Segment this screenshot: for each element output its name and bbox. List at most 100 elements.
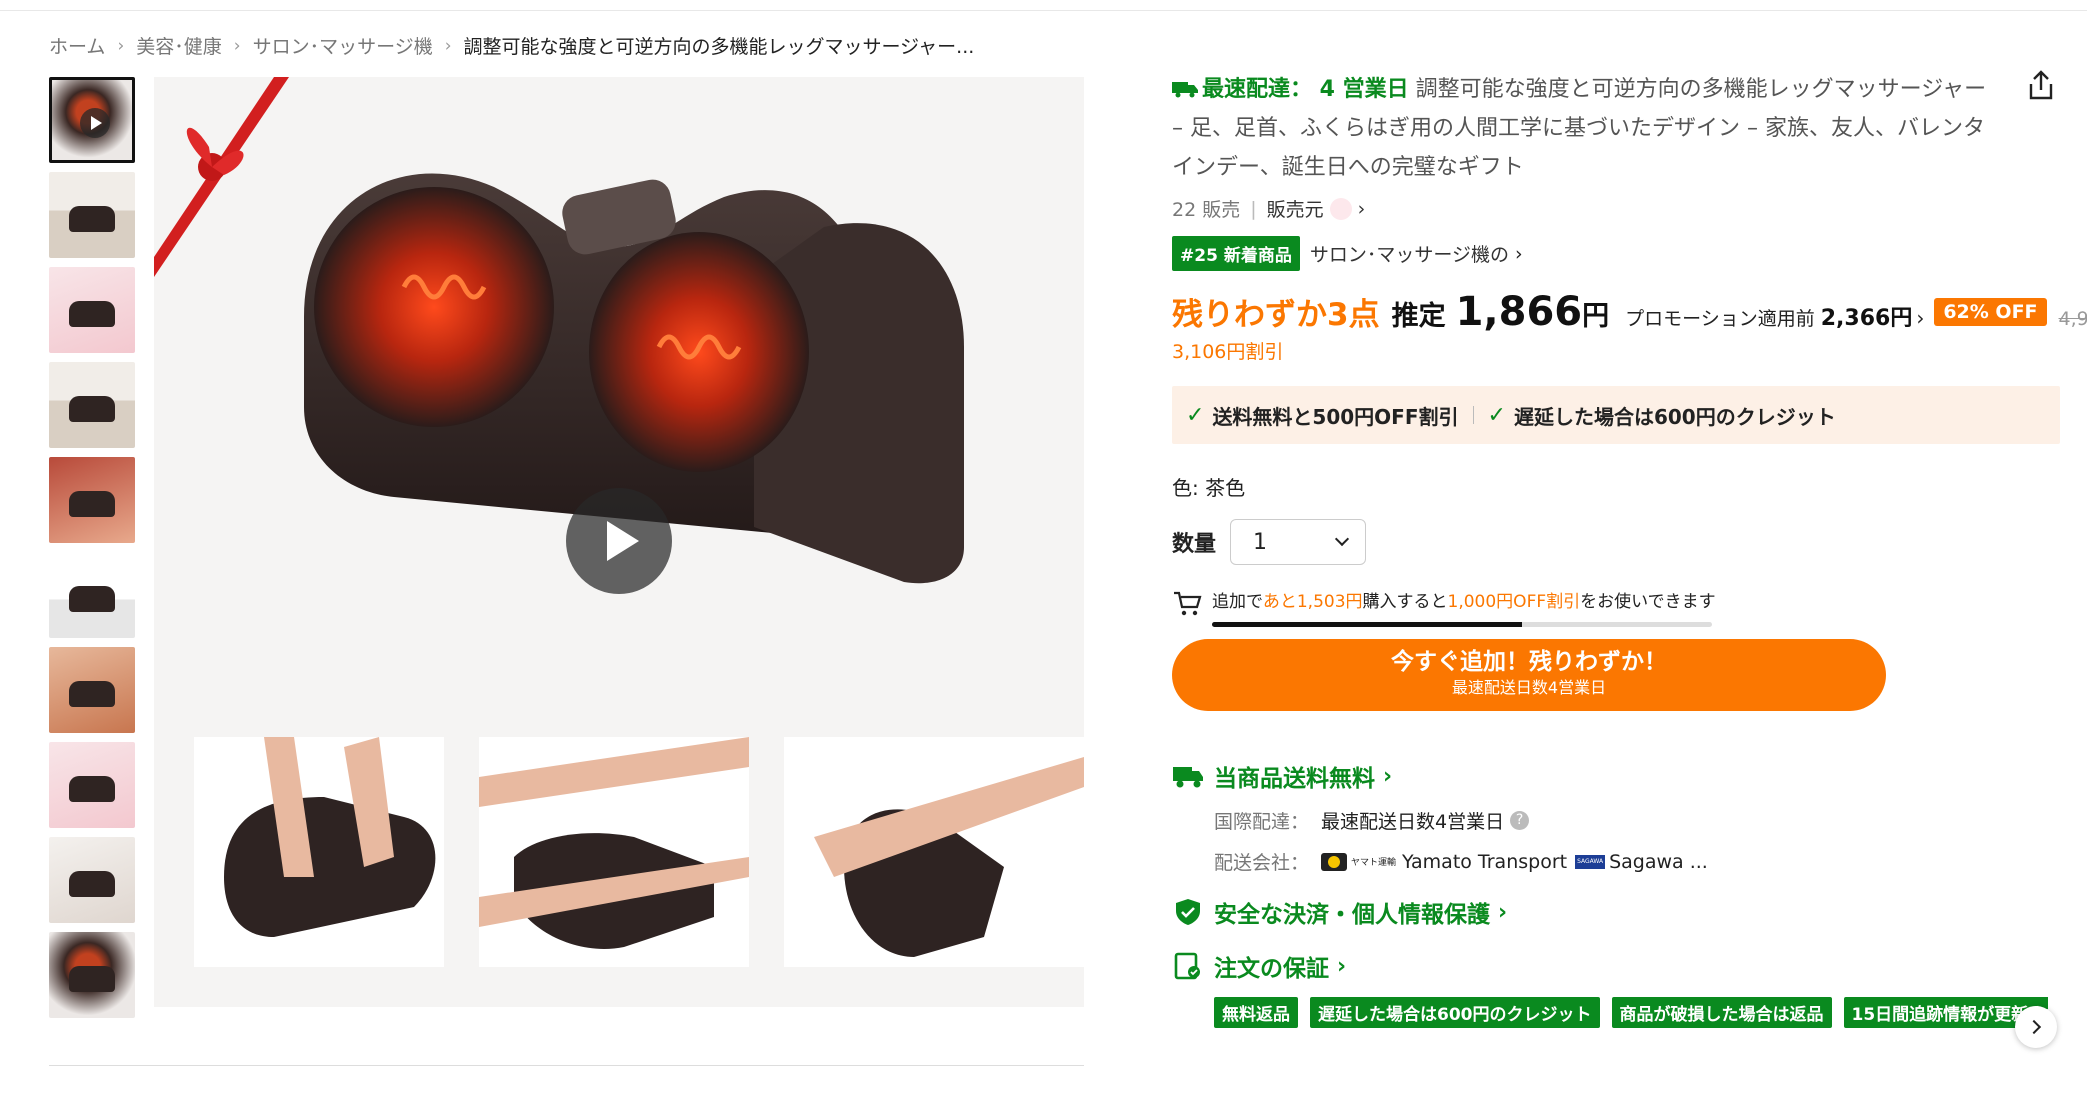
shipping-title: 当商品送料無料 <box>1214 766 1375 792</box>
seller-link[interactable]: 販売元 <box>1267 195 1324 222</box>
cart-icon <box>1174 591 1202 616</box>
color-option: 色: 茶色 <box>1172 472 2062 501</box>
intl-shipping-label: 国際配達： <box>1214 811 1310 833</box>
carrier-line: 配送会社： ヤマト運輸 Yamato Transport SAGAWA Saga… <box>1214 848 2062 875</box>
breadcrumb-home[interactable]: ホーム <box>49 32 105 59</box>
thumbnail[interactable] <box>49 552 135 638</box>
thumbnail[interactable] <box>49 457 135 543</box>
check-icon: ✓ <box>1186 402 1205 428</box>
thumbnail[interactable] <box>49 837 135 923</box>
sales-info: 22 販売 | 販売元 › <box>1172 195 2062 222</box>
add-to-cart-button[interactable]: 今すぐ追加！残りわずか！ 最速配送日数4営業日 <box>1172 639 1886 711</box>
chevron-right-icon: › <box>1357 197 1366 220</box>
perk-late-credit: 遅延した場合は600円のクレジット <box>1513 404 1836 429</box>
cart-promo: 追加であと1,503円購入すると1,000円OFF割引をお使いできます <box>1172 587 2062 627</box>
perks-banner[interactable]: ✓ 送料無料と500円OFF割引 ✓ 遅延した場合は600円のクレジット <box>1172 386 2060 444</box>
guarantee-icon <box>1174 952 1200 980</box>
guarantee-tag: 無料返品 <box>1214 997 1298 1028</box>
color-label: 色: <box>1172 476 1199 500</box>
chevron-down-icon <box>1334 531 1350 547</box>
thumbnail-video[interactable] <box>49 77 135 163</box>
yamato-logo-icon <box>1321 852 1348 871</box>
shipping-section[interactable]: 当商品送料無料 › <box>1172 759 2062 793</box>
carrier-yamato: Yamato Transport <box>1402 850 1568 873</box>
truck-icon <box>1173 767 1203 788</box>
carrier-sagawa: Sagawa ... <box>1609 850 1708 873</box>
top-divider <box>0 10 2087 11</box>
carrier-label: 配送会社： <box>1214 852 1310 874</box>
thumbnail[interactable] <box>49 647 135 733</box>
rank-row[interactable]: #25 新着商品 サロン･マッサージ機の › <box>1172 236 2062 271</box>
cart-progress-bar <box>1212 622 1712 627</box>
security-section[interactable]: 安全な決済・個人情報保護 › <box>1172 895 2062 929</box>
thumbnail-strip <box>49 77 135 1027</box>
security-title: 安全な決済・個人情報保護 <box>1214 902 1490 928</box>
sagawa-logo-icon: SAGAWA <box>1575 854 1606 869</box>
thumbnail[interactable] <box>49 932 135 1018</box>
price-amount: 1,866 <box>1455 289 1583 335</box>
promo-price[interactable]: 2,366円 <box>1821 300 1913 332</box>
guarantee-tag: 商品が破損した場合は返品 <box>1611 997 1832 1028</box>
chevron-right-icon: › <box>233 35 241 56</box>
help-icon[interactable]: ? <box>1510 811 1530 830</box>
thumbnail[interactable] <box>49 362 135 448</box>
seller-avatar[interactable] <box>1329 197 1352 220</box>
guarantee-tag: 遅延した場合は600円のクレジット <box>1310 997 1600 1028</box>
play-icon <box>80 108 110 138</box>
price-estimate-label: 推定 <box>1391 301 1446 332</box>
quantity-label: 数量 <box>1172 532 1217 557</box>
guarantee-title: 注文の保証 <box>1214 956 1329 982</box>
breadcrumb-beauty[interactable]: 美容･健康 <box>136 32 222 59</box>
shield-icon <box>1176 899 1200 925</box>
yamato-small-label: ヤマト運輸 <box>1351 858 1397 868</box>
main-product-image[interactable] <box>154 77 1084 1007</box>
add-to-cart-label: 今すぐ追加！残りわずか！ <box>1391 649 1667 675</box>
breadcrumb-salon[interactable]: サロン･マッサージ機 <box>253 32 433 59</box>
gallery-divider <box>49 1065 1084 1066</box>
quantity-select[interactable]: 1 <box>1230 519 1367 565</box>
price-row: 残りわずか3点 推定 1,866 円 プロモーション適用前 2,366円 › 62… <box>1172 289 2087 335</box>
chevron-right-icon: › <box>1337 953 1347 979</box>
cart-remaining: あと1,503円 <box>1262 592 1363 612</box>
product-info: 最速配達： 4 営業日 調整可能な強度と可逆方向の多機能レッグマッサージャー –… <box>1172 70 2087 1028</box>
cart-reward: 1,000円OFF割引 <box>1447 592 1581 612</box>
intl-shipping-value: 最速配送日数4営業日 <box>1321 811 1505 833</box>
rank-category: サロン･マッサージ機の <box>1309 244 1509 266</box>
play-video-button[interactable] <box>566 488 672 594</box>
thumbnail[interactable] <box>49 267 135 353</box>
chevron-right-icon <box>2026 1019 2042 1035</box>
guarantee-section[interactable]: 注文の保証 › <box>1172 949 2062 983</box>
rank-badge: #25 新着商品 <box>1172 236 1300 271</box>
check-icon: ✓ <box>1487 402 1506 428</box>
chevron-right-icon: › <box>117 35 125 56</box>
discount-badge: 62% OFF <box>1934 298 2047 326</box>
color-value: 茶色 <box>1205 476 1246 500</box>
intl-shipping-line: 国際配達： 最速配送日数4営業日 ? <box>1214 807 2062 834</box>
thumbnail[interactable] <box>49 742 135 828</box>
perk-free-shipping: 送料無料と500円OFF割引 <box>1212 404 1459 429</box>
thumbnail[interactable] <box>49 172 135 258</box>
fast-delivery-icon <box>1172 82 1198 98</box>
quantity-value: 1 <box>1253 529 1268 555</box>
add-to-cart-sublabel: 最速配送日数4営業日 <box>1451 678 1607 697</box>
cart-progress-fill <box>1212 622 1522 627</box>
price-currency: 円 <box>1582 301 1610 332</box>
chevron-right-icon: › <box>1514 242 1523 265</box>
guarantee-tags: 無料返品 遅延した場合は600円のクレジット 商品が破損した場合は返品 15日間… <box>1214 997 2048 1028</box>
product-title-block: 最速配達： 4 営業日 調整可能な強度と可逆方向の多機能レッグマッサージャー –… <box>1172 70 2002 187</box>
cart-promo-text: 追加であと1,503円購入すると1,000円OFF割引をお使いできます <box>1212 592 1716 612</box>
chevron-right-icon: › <box>444 35 452 56</box>
discount-amount: 3,106円割引 <box>1172 341 1284 363</box>
low-stock-label: 残りわずか3点 <box>1172 297 1380 333</box>
quantity-row: 数量 1 <box>1172 519 2062 565</box>
fast-delivery-label: 最速配達： 4 営業日 <box>1202 77 1409 102</box>
breadcrumb-current: 調整可能な強度と可逆方向の多機能レッグマッサージャー... <box>463 36 975 58</box>
breadcrumb: ホーム › 美容･健康 › サロン･マッサージ機 › 調整可能な強度と可逆方向の… <box>49 32 974 59</box>
chevron-right-icon: › <box>1498 899 1508 925</box>
tags-next-button[interactable] <box>2015 1006 2057 1048</box>
sold-count: 22 販売 <box>1172 199 1241 221</box>
chevron-right-icon: › <box>1383 763 1393 789</box>
promo-label[interactable]: プロモーション適用前 <box>1625 304 1815 331</box>
chevron-right-icon: › <box>1916 306 1925 330</box>
original-price: 4,972円 <box>2058 308 2087 330</box>
